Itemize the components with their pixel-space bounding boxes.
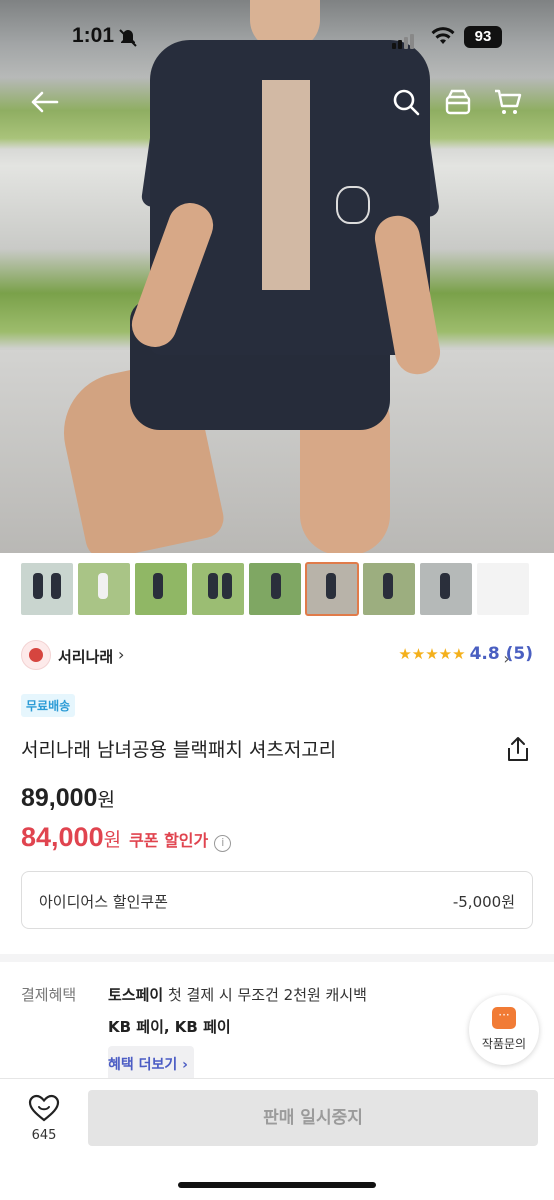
currency-unit: 원 [103, 829, 122, 851]
toss-pay-label: 토스페이 [108, 986, 164, 1004]
share-button[interactable] [505, 735, 531, 767]
payment-benefit-toss: 토스페이 첫 결제 시 무조건 2천원 캐시백 [108, 984, 367, 1005]
thumbnail-6-selected[interactable] [305, 562, 359, 616]
coupon-price: 84,000 원 쿠폰 할인가 i [21, 822, 232, 853]
toss-pay-desc: 첫 결제 시 무조건 2천원 캐시백 [163, 986, 367, 1004]
payment-benefits-label: 결제혜택 [21, 986, 77, 1004]
signal-icon [392, 30, 416, 49]
thumbnail-1[interactable] [21, 563, 73, 615]
product-title: 서리나래 남녀공용 블랙패치 셔츠저고리 [21, 739, 337, 761]
sale-price-value: 84,000 [21, 822, 104, 852]
benefits-more-button[interactable]: 혜택 더보기 › [108, 1046, 194, 1082]
shop-home-button[interactable] [440, 84, 476, 120]
original-price: 89,000원 [21, 784, 115, 813]
coupon-label: 아이디어스 할인쿠폰 [39, 893, 168, 911]
home-indicator [178, 1182, 376, 1188]
seller-name[interactable]: 서리나래 [58, 646, 113, 667]
like-count: 645 [31, 1128, 57, 1143]
product-main-image[interactable] [0, 0, 554, 553]
status-bar: 1:01 93 [0, 22, 554, 56]
heart-icon [28, 1094, 60, 1122]
thumbnail-4[interactable] [192, 563, 244, 615]
search-button[interactable] [388, 84, 424, 120]
coupon-price-label: 쿠폰 할인가 [129, 831, 209, 850]
star-rating-icon: ★★★★★ [398, 645, 466, 663]
arrow-left-icon [31, 91, 59, 113]
free-shipping-badge: 무료배송 [21, 694, 76, 717]
rating-score: 4.8 (5) [469, 644, 533, 664]
rating-summary[interactable]: ★★★★★ 4.8 (5) › [398, 644, 533, 668]
share-icon [508, 737, 528, 761]
thumbnail-strip [21, 562, 529, 617]
coupon-amount: -5,000원 [452, 893, 515, 911]
thumbnail-9[interactable] [477, 563, 529, 615]
search-icon [393, 89, 420, 116]
currency-unit: 원 [97, 789, 115, 811]
status-time: 1:01 [72, 24, 115, 47]
payment-benefit-kb: KB 페이, KB 페이 [108, 1018, 231, 1036]
cart-button[interactable] [490, 84, 526, 120]
thumbnail-3[interactable] [135, 563, 187, 615]
like-button[interactable]: 645 [24, 1094, 64, 1143]
wifi-icon [431, 27, 455, 44]
battery-indicator: 93 [464, 26, 502, 48]
chat-bubble-icon: ··· [492, 1007, 516, 1029]
inquiry-label: 작품문의 [481, 1037, 527, 1051]
chevron-right-icon[interactable]: › [118, 645, 124, 664]
sale-paused-button[interactable]: 판매 일시중지 [88, 1090, 538, 1146]
thumbnail-2[interactable] [78, 563, 130, 615]
thumbnail-7[interactable] [363, 563, 415, 615]
seller-row: 서리나래 › ★★★★★ 4.8 (5) › [21, 640, 533, 670]
store-icon [445, 89, 471, 115]
model-tshirt [262, 80, 310, 290]
original-price-value: 89,000 [21, 784, 98, 812]
inquiry-button[interactable]: ··· 작품문의 [469, 995, 539, 1065]
cart-icon [495, 89, 522, 114]
back-button[interactable] [26, 84, 62, 120]
coupon-box[interactable]: 아이디어스 할인쿠폰 -5,000원 [21, 871, 533, 929]
section-divider [0, 954, 554, 962]
tiger-patch [336, 186, 370, 224]
thumbnail-8[interactable] [420, 563, 472, 615]
thumbnail-5[interactable] [249, 563, 301, 615]
bell-muted-icon [119, 29, 137, 47]
info-icon[interactable]: i [214, 835, 232, 852]
seller-logo[interactable] [21, 640, 51, 670]
chevron-right-icon: › [503, 649, 510, 668]
